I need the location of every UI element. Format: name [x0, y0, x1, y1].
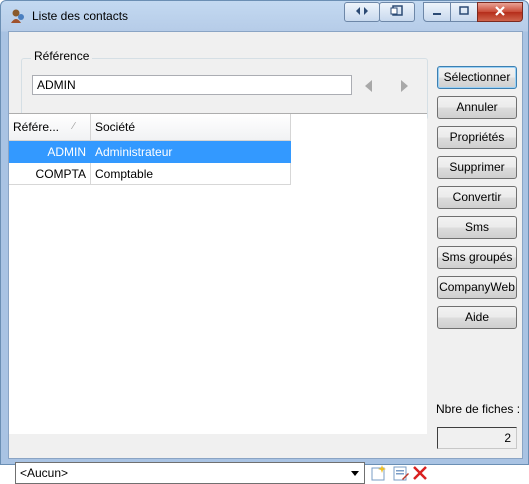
column-header-reference[interactable]: Référe... ∕: [9, 114, 91, 140]
dialog-body: Référence ADMIN Référe... ∕ Société ADMI…: [8, 31, 523, 484]
new-item-icon[interactable]: [369, 464, 387, 482]
convert-button[interactable]: Convertir: [437, 186, 517, 209]
minimize-icon: [433, 13, 441, 15]
reference-label: Référence: [31, 49, 93, 63]
cell-societe: Administrateur: [91, 141, 291, 163]
properties-button[interactable]: Propriétés: [437, 126, 517, 149]
edit-icon[interactable]: [392, 464, 410, 482]
filter-select-value: <Aucun>: [20, 466, 69, 480]
column-header-societe[interactable]: Société: [91, 114, 291, 140]
table-row[interactable]: ADMIN Administrateur: [9, 141, 291, 163]
nav-switch-button[interactable]: [344, 2, 380, 22]
chevron-down-icon: [351, 471, 359, 476]
select-button[interactable]: Sélectionner: [437, 66, 517, 89]
sms-button[interactable]: Sms: [437, 216, 517, 239]
contacts-grid[interactable]: Référe... ∕ Société ADMIN Administrateur…: [9, 113, 427, 434]
grid-header: Référe... ∕ Société: [9, 114, 291, 141]
cancel-button[interactable]: Annuler: [437, 96, 517, 119]
filter-select[interactable]: <Aucun>: [15, 462, 365, 484]
contacts-window: Liste des contacts Référence ADMIN Référ…: [0, 0, 529, 484]
delete-button[interactable]: Supprimer: [437, 156, 517, 179]
previous-arrow-icon[interactable]: [365, 80, 372, 92]
cell-reference: COMPTA: [9, 163, 91, 185]
window-title: Liste des contacts: [32, 9, 129, 23]
window-icon: [390, 5, 403, 16]
reference-input[interactable]: ADMIN: [32, 75, 352, 95]
count-field: 2: [437, 427, 517, 449]
cell-societe: Comptable: [91, 163, 291, 185]
maximize-icon: [459, 6, 469, 15]
delete-icon[interactable]: [411, 464, 429, 482]
maximize-button[interactable]: [450, 2, 478, 22]
window-restore-aux-button[interactable]: [379, 2, 415, 22]
count-label: Nbre de fiches :: [436, 402, 521, 416]
contacts-icon: [11, 9, 24, 23]
sort-icon: ∕: [73, 121, 75, 132]
next-arrow-icon[interactable]: [401, 80, 408, 92]
table-row[interactable]: COMPTA Comptable: [9, 163, 291, 185]
cell-reference: ADMIN: [9, 141, 91, 163]
title-bar[interactable]: Liste des contacts: [1, 1, 528, 31]
double-arrow-icon: [356, 7, 368, 15]
sms-group-button[interactable]: Sms groupés: [437, 246, 517, 269]
companyweb-button[interactable]: CompanyWeb: [437, 276, 517, 299]
close-button[interactable]: [477, 2, 523, 22]
help-button[interactable]: Aide: [437, 306, 517, 329]
minimize-button[interactable]: [423, 2, 451, 22]
close-icon: [495, 6, 505, 16]
